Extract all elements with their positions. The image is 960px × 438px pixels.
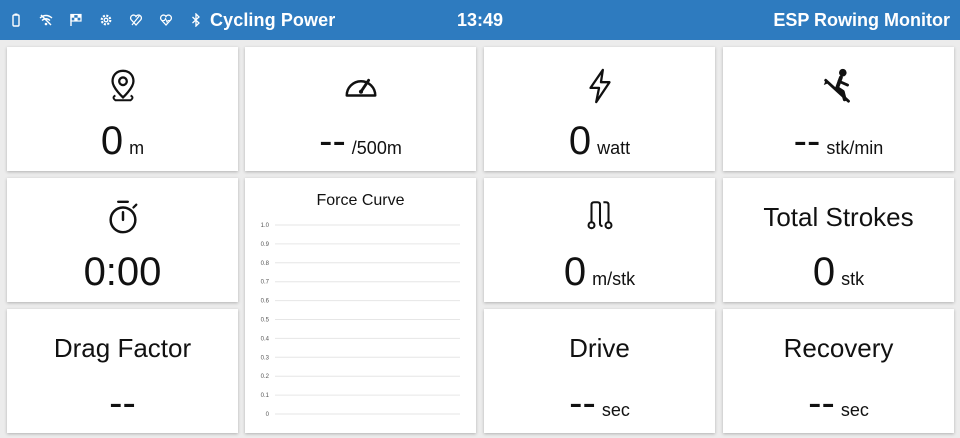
force-curve-plot: 0 0.1 0.2 0.3 0.4 0.5 0.6 0.7 0.8 0.9 1.0: [261, 223, 460, 418]
recovery-tile: Recovery -- sec: [723, 309, 954, 433]
y-tick-label: 0.6: [261, 299, 270, 305]
y-tick-label: 0.4: [261, 336, 270, 342]
y-tick-label: 0.1: [261, 393, 270, 399]
drag-factor-value: --: [109, 381, 136, 425]
total-strokes-unit: stk: [841, 269, 865, 289]
y-tick-label: 0.5: [261, 318, 270, 324]
elapsed-time-readout: 0:00: [7, 250, 238, 294]
stroke-rate-tile: -- stk/min: [723, 47, 954, 171]
recovery-unit: sec: [840, 400, 869, 420]
total-strokes-tile: Total Strokes 0 stk: [723, 178, 954, 302]
bluetooth-icon[interactable]: [188, 12, 204, 28]
route-icon: [484, 198, 715, 238]
distance-per-stroke-tile: 0 m/stk: [484, 178, 715, 302]
distance-tile: 0m: [7, 47, 238, 171]
location-pin-icon: [7, 67, 238, 107]
distance-per-stroke-readout: 0 m/stk: [484, 250, 715, 294]
wifi-off-icon[interactable]: [38, 12, 54, 28]
total-strokes-value: 0: [812, 250, 836, 294]
pace-tile: --/500m: [245, 47, 476, 171]
recovery-value: --: [808, 381, 835, 425]
distance-per-stroke-unit: m/stk: [592, 269, 636, 289]
recovery-readout: -- sec: [723, 381, 954, 425]
elapsed-time-tile: 0:00: [7, 178, 238, 302]
stopwatch-icon: [7, 198, 238, 238]
top-bar: Cycling Power 13:49 ESP Rowing Monitor: [0, 0, 960, 40]
heart-icon[interactable]: [158, 12, 174, 28]
y-tick-label: 0.2: [261, 374, 270, 380]
distance-unit: m: [129, 138, 145, 158]
mode-label[interactable]: Cycling Power: [210, 10, 335, 31]
stroke-rate-readout: -- stk/min: [723, 119, 954, 163]
pace-readout: --/500m: [245, 119, 476, 163]
drive-value: --: [569, 381, 596, 425]
y-tick-label: 1.0: [261, 223, 270, 229]
drag-factor-tile: Drag Factor --: [7, 309, 238, 433]
rower-icon: [723, 67, 954, 107]
lightning-icon: [484, 67, 715, 107]
battery-icon: [8, 12, 24, 28]
power-unit: watt: [597, 138, 631, 158]
total-strokes-title: Total Strokes: [763, 202, 914, 232]
recovery-title: Recovery: [783, 333, 894, 363]
power-readout: 0 watt: [484, 119, 715, 163]
distance-per-stroke-value: 0: [563, 250, 587, 294]
elapsed-time-value: 0:00: [83, 250, 162, 294]
status-icons: [8, 0, 204, 40]
total-strokes-readout: 0 stk: [723, 250, 954, 294]
y-tick-label: 0: [266, 412, 270, 418]
power-value: 0: [568, 119, 592, 163]
distance-readout: 0m: [7, 119, 238, 163]
flag-icon[interactable]: [68, 12, 84, 28]
drive-readout: -- sec: [484, 381, 715, 425]
y-tick-label: 0.9: [261, 242, 270, 248]
drive-title: Drive: [569, 333, 630, 363]
y-tick-label: 0.7: [261, 280, 270, 286]
pace-unit: /500m: [351, 138, 402, 158]
speedometer-icon: [245, 67, 476, 107]
y-tick-label: 0.3: [261, 355, 270, 361]
drag-factor-readout: --: [7, 381, 238, 425]
power-tile: 0 watt: [484, 47, 715, 171]
app-title: ESP Rowing Monitor: [773, 10, 950, 30]
heart-rate-off-icon[interactable]: [128, 12, 144, 28]
y-tick-label: 0.8: [261, 261, 270, 267]
force-curve-chart: Force Curve 0 0.1 0.2 0.3 0.4 0.5 0.6 0.7 0.8 0.9…: [245, 178, 476, 433]
drive-tile: Drive -- sec: [484, 309, 715, 433]
settings-icon[interactable]: [98, 12, 114, 28]
stroke-rate-value: --: [793, 119, 821, 163]
pace-value: --: [319, 119, 346, 163]
stroke-rate-unit: stk/min: [826, 138, 884, 158]
drive-unit: sec: [601, 400, 630, 420]
drag-factor-title: Drag Factor: [53, 333, 192, 363]
distance-value: 0: [100, 119, 124, 163]
